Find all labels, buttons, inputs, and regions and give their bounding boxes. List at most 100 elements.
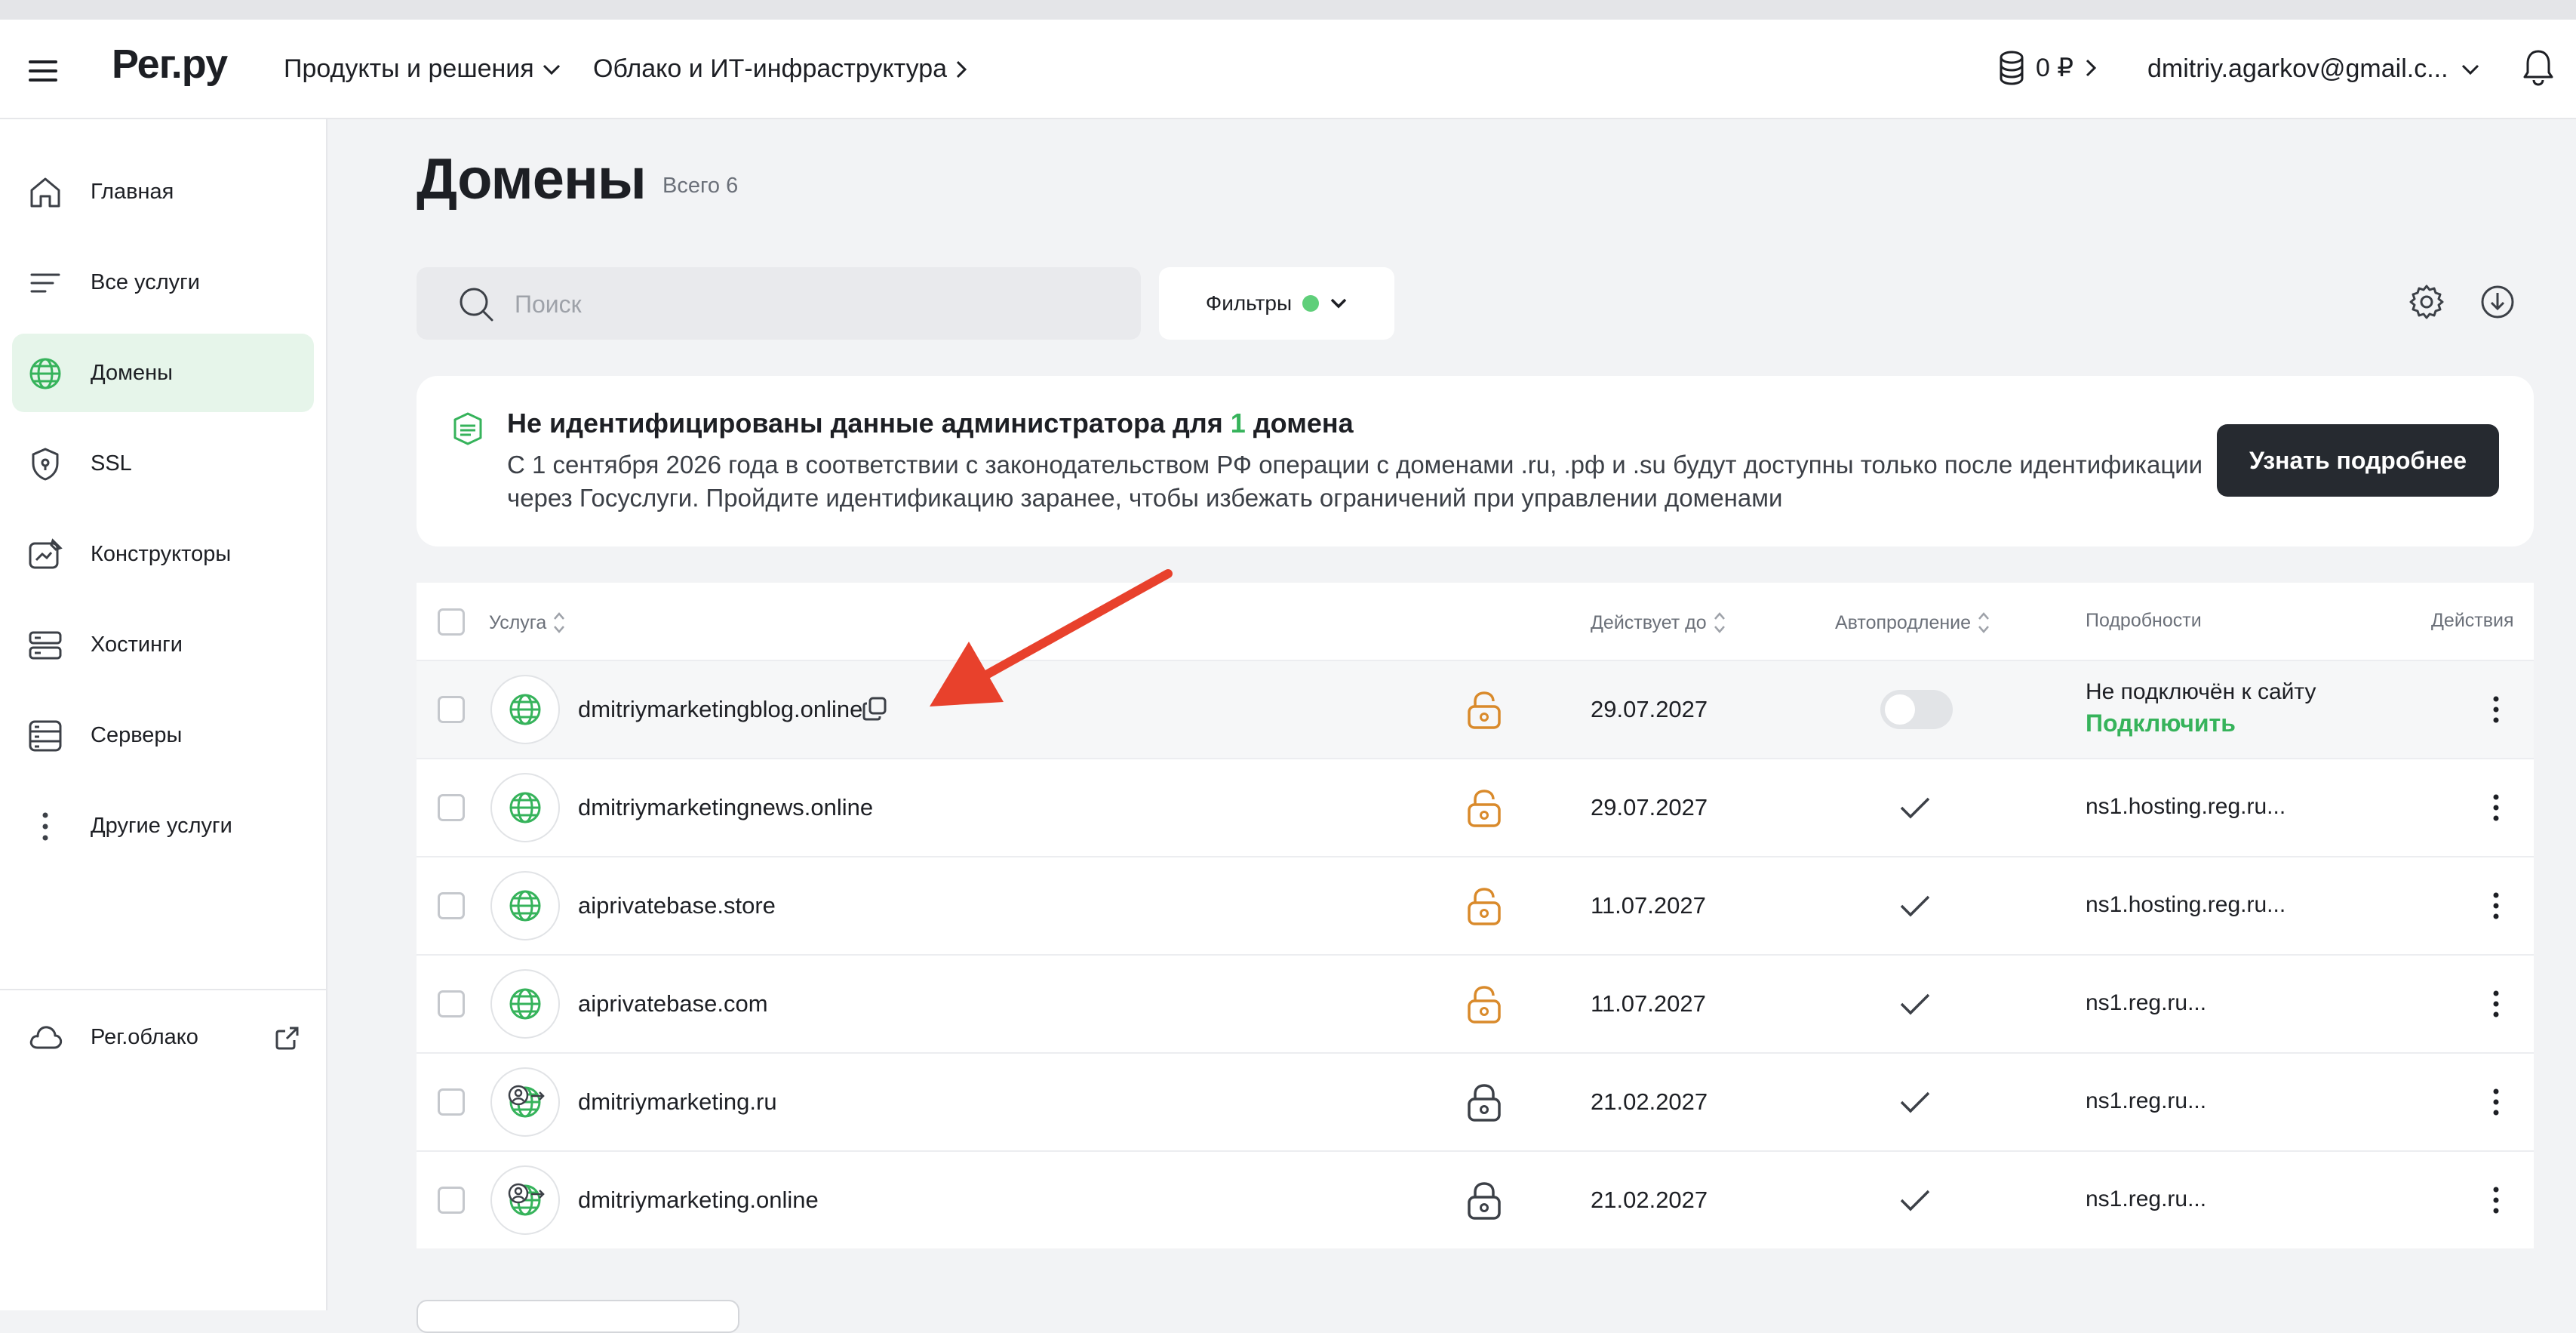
list-icon [30, 273, 60, 293]
column-details-label: Подробности [2086, 610, 2202, 631]
chevron-right-icon [2086, 59, 2097, 77]
sidebar-item-label: Главная [91, 179, 174, 204]
sort-icon [1978, 612, 1989, 633]
table-row[interactable]: dmitriymarketingblog.online 29.07.2027 Н… [417, 660, 2534, 758]
sidebar-item-constructors[interactable]: Конструкторы [12, 515, 314, 593]
connect-link[interactable]: Подключить [2086, 710, 2236, 737]
search-box[interactable] [417, 267, 1141, 340]
sidebar-item-reg-cloud[interactable]: Рег.облако [12, 998, 314, 1076]
domain-name[interactable]: dmitriymarketing.ru [578, 1088, 777, 1116]
table-header: Услуга Действует до Автопродление Подроб… [417, 583, 2534, 660]
domain-name[interactable]: dmitriymarketingnews.online [578, 794, 873, 821]
column-service-label: Услуга [489, 611, 547, 633]
user-transfer-icon [508, 1183, 545, 1204]
sidebar-item-label: Все услуги [91, 269, 200, 294]
chevron-right-icon [956, 60, 967, 78]
more-actions-icon[interactable] [2491, 1087, 2501, 1117]
column-autorenew[interactable]: Автопродление [1835, 610, 1990, 636]
domain-name[interactable]: aiprivatebase.store [578, 892, 776, 919]
check-icon [1900, 1190, 1930, 1211]
sidebar-item-label: Хостинги [91, 632, 183, 657]
lock-icon[interactable] [1465, 1181, 1503, 1221]
row-checkbox[interactable] [438, 990, 465, 1017]
table-row[interactable]: dmitriymarketing.online 21.02.2027 ns1.r… [417, 1150, 2534, 1248]
nav-cloud[interactable]: Облако и ИТ-инфраструктура [593, 54, 968, 84]
chevron-down-icon [543, 64, 560, 75]
copy-icon[interactable] [862, 696, 887, 722]
hosting-icon [29, 631, 62, 660]
domain-name[interactable]: aiprivatebase.com [578, 990, 768, 1017]
table-row[interactable]: dmitriymarketing.ru 21.02.2027 ns1.reg.r… [417, 1052, 2534, 1150]
coins-icon [2000, 51, 2024, 85]
lock-icon[interactable] [1465, 788, 1503, 829]
learn-more-button[interactable]: Узнать подробнее [2217, 424, 2499, 497]
more-actions-icon[interactable] [2491, 989, 2501, 1019]
browser-tab-strip [0, 0, 2576, 21]
lock-icon[interactable] [1465, 690, 1503, 731]
table-row[interactable]: aiprivatebase.com 11.07.2027 ns1.reg.ru.… [417, 954, 2534, 1052]
sidebar-item-all-services[interactable]: Все услуги [12, 243, 314, 322]
row-checkbox[interactable] [438, 1088, 465, 1116]
sidebar-item-hosting[interactable]: Хостинги [12, 605, 314, 684]
lock-icon[interactable] [1465, 1082, 1503, 1123]
sidebar-item-domains[interactable]: Домены [12, 334, 314, 412]
more-actions-icon[interactable] [2491, 1185, 2501, 1215]
autorenew-toggle[interactable] [1880, 690, 1953, 729]
valid-until: 29.07.2027 [1591, 696, 1708, 722]
lock-icon[interactable] [1465, 984, 1503, 1025]
sidebar-item-servers[interactable]: Серверы [12, 696, 314, 774]
more-actions-icon[interactable] [2491, 891, 2501, 921]
more-actions-icon[interactable] [2491, 793, 2501, 823]
domain-name[interactable]: dmitriymarketingblog.online [578, 696, 862, 723]
chevron-down-icon [2461, 64, 2479, 75]
column-service[interactable]: Услуга [489, 610, 566, 636]
row-checkbox[interactable] [438, 696, 465, 723]
settings-icon[interactable] [2407, 282, 2446, 322]
row-checkbox[interactable] [438, 794, 465, 821]
domain-avatar [490, 871, 560, 940]
column-actions: Действия [2431, 610, 2514, 632]
globe-icon [509, 694, 541, 725]
sidebar-item-home[interactable]: Главная [12, 152, 314, 231]
table-row[interactable]: dmitriymarketingnews.online 29.07.2027 n… [417, 758, 2534, 856]
bell-icon[interactable] [2522, 48, 2555, 86]
valid-until: 11.07.2027 [1591, 892, 1706, 919]
domain-name[interactable]: dmitriymarketing.online [578, 1187, 819, 1214]
sort-icon [554, 612, 565, 633]
download-icon[interactable] [2478, 282, 2517, 322]
filters-button[interactable]: Фильтры [1159, 267, 1394, 340]
globe-icon [509, 792, 541, 824]
banner-text: С 1 сентября 2026 года в соответствии с … [507, 451, 2203, 512]
details-text: ns1.reg.ru... [2086, 1187, 2207, 1211]
sort-icon [1714, 612, 1725, 633]
sidebar-item-label: Другие услуги [91, 813, 232, 838]
details-text: Не подключён к сайту [2086, 679, 2316, 704]
balance[interactable]: 0 ₽ [1998, 50, 2098, 86]
load-more-button[interactable] [417, 1300, 739, 1333]
more-actions-icon[interactable] [2491, 694, 2501, 725]
check-icon [1900, 1091, 1930, 1113]
column-valid-until-label: Действует до [1591, 611, 1707, 633]
select-all-checkbox[interactable] [438, 608, 465, 636]
search-input[interactable] [513, 284, 1120, 325]
globe-icon [509, 890, 541, 922]
details-text: ns1.reg.ru... [2086, 1088, 2207, 1113]
column-valid-until[interactable]: Действует до [1591, 610, 1726, 636]
account-menu[interactable]: dmitriy.agarkov@gmail.c... [2147, 54, 2480, 84]
lock-icon[interactable] [1465, 886, 1503, 927]
row-checkbox[interactable] [438, 1187, 465, 1214]
menu-icon[interactable] [27, 59, 60, 83]
sidebar-item-other[interactable]: Другие услуги [12, 787, 314, 865]
sidebar-item-ssl[interactable]: SSL [12, 424, 314, 503]
nav-products[interactable]: Продукты и решения [284, 54, 561, 84]
domains-table: Услуга Действует до Автопродление Подроб… [417, 583, 2534, 1248]
logo[interactable]: Рег.ру [112, 41, 228, 88]
row-checkbox[interactable] [438, 892, 465, 919]
sidebar-item-label: Конструкторы [91, 541, 232, 566]
valid-until: 21.02.2027 [1591, 1187, 1708, 1213]
cloud-icon [29, 1026, 63, 1049]
table-row[interactable]: aiprivatebase.store 11.07.2027 ns1.hosti… [417, 856, 2534, 954]
valid-until: 21.02.2027 [1591, 1088, 1708, 1115]
filters-active-indicator [1302, 295, 1320, 312]
top-bar: Рег.ру Продукты и решения Облако и ИТ-ин… [0, 20, 2576, 119]
